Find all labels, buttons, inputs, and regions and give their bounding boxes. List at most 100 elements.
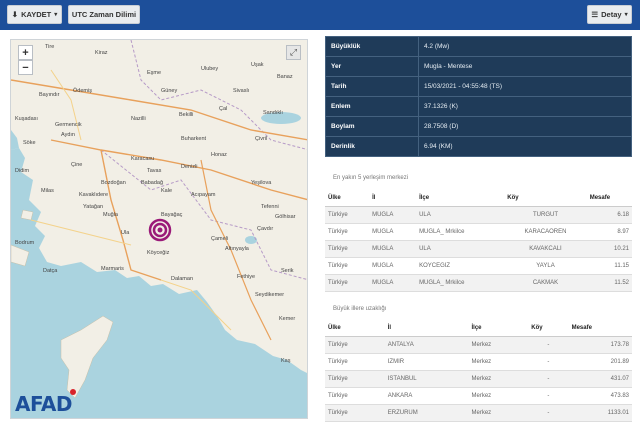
table-cell: Merkez: [468, 404, 529, 422]
map-label: Çavdır: [257, 226, 274, 232]
table-cell: -: [528, 387, 569, 405]
table-cell: 1133.01: [568, 404, 632, 422]
table-cell: 11.52: [586, 274, 632, 292]
info-value: 15/03/2021 - 04:55:48 (TS): [418, 76, 632, 97]
map-label: Seydikemer: [255, 292, 285, 298]
save-button-label: KAYDET: [21, 10, 52, 19]
table-cell: -: [528, 336, 569, 354]
column-header: Köy: [504, 190, 587, 207]
table-cell: 6.18: [586, 206, 632, 224]
map-label: Bekilli: [179, 112, 194, 118]
table-row: Türkiye ANTALYA Merkez -173.78: [325, 336, 632, 354]
info-row: Boylam 28.7508 (D): [325, 116, 632, 137]
table-cell: KAVAKCALI: [504, 240, 587, 258]
utc-timezone-button[interactable]: UTC Zaman Dilimi: [68, 5, 140, 24]
map-label: Kale: [161, 188, 173, 194]
road-7: [50, 69, 82, 141]
map-label: Çine: [71, 162, 83, 168]
info-row: Büyüklük 4.2 (Mw): [325, 36, 632, 57]
map-label: Kiraz: [95, 50, 108, 56]
map-label: Denizli: [181, 164, 198, 170]
table-cell: Türkiye: [325, 370, 385, 388]
leros-island: [20, 209, 34, 221]
table-cell: MUGLA: [369, 257, 417, 275]
table-row: Türkiye IZMIR Merkez -201.89: [325, 353, 632, 371]
info-value: 28.7508 (D): [418, 116, 632, 137]
info-key: Yer: [325, 56, 419, 77]
map-label: Kavaklıdere: [79, 192, 109, 198]
table-cell: 173.78: [568, 336, 632, 354]
map-label: Eşme: [147, 70, 162, 76]
table-cell: Türkiye: [325, 404, 385, 422]
earthquake-map[interactable]: + − ⤢ Tire Kiraz Eşme Ulubey Uşak Banaz …: [10, 39, 308, 419]
table-cell: ERZURUM: [384, 404, 469, 422]
nearest-settlements-table: Ülke İl İlçe Köy Mesafe Türkiye MUGLA ULA TURGU…: [325, 190, 632, 292]
zoom-in-button[interactable]: +: [18, 45, 33, 60]
map-label: Banaz: [277, 74, 293, 80]
map-label: Sivaslı: [233, 88, 250, 94]
table-cell: Türkiye: [325, 223, 370, 241]
map-label: Sandıklı: [263, 110, 283, 116]
map-label: Çivril: [255, 136, 268, 142]
map-label: Buharkent: [181, 136, 207, 142]
map-label: Gölhisar: [275, 214, 296, 220]
info-row: Yer Mugla - Mentese: [325, 56, 632, 77]
table-cell: 11.15: [586, 257, 632, 275]
utc-button-label: UTC Zaman Dilimi: [71, 10, 137, 19]
map-label: Didim: [15, 168, 30, 174]
info-key: Enlem: [325, 96, 419, 117]
table-cell: Türkiye: [325, 206, 370, 224]
epicenter-icon[interactable]: [148, 218, 172, 242]
info-row: Enlem 37.1326 (K): [325, 96, 632, 117]
map-label: Kaş: [281, 358, 291, 364]
info-key: Derinlik: [325, 136, 419, 157]
column-header: İl: [369, 190, 417, 207]
map-label: Milas: [41, 188, 54, 194]
info-value: 6.94 (KM): [418, 136, 632, 157]
caret-down-icon: ▾: [624, 12, 628, 18]
map-label: Fethiye: [237, 274, 256, 280]
info-key: Büyüklük: [325, 36, 419, 57]
table-cell: Merkez: [468, 353, 529, 371]
map-label: Muğla: [103, 212, 118, 218]
table-cell: Türkiye: [325, 240, 370, 258]
road-5: [30, 219, 132, 246]
map-label: Yeşilova: [251, 180, 272, 186]
table-cell: 201.89: [568, 353, 632, 371]
info-value: Mugla - Mentese: [418, 56, 632, 77]
table-cell: MUGLA: [369, 206, 417, 224]
column-header: İlçe: [468, 320, 529, 337]
detail-button-label: Detay: [601, 10, 622, 19]
map-label: Ulubey: [201, 66, 219, 72]
detail-button[interactable]: ☰ Detay ▾: [587, 5, 632, 24]
city-distances-table: Ülke İl İlçe Köy Mesafe Türkiye ANTALYA Merkez…: [325, 320, 632, 422]
table-cell: ANTALYA: [384, 336, 469, 354]
table-cell: MUGLA: [369, 223, 417, 241]
table-row: Türkiye MUGLA MUGLA_ Mrkilce CAKMAK 11.52: [325, 274, 632, 292]
map-label: Karacasu: [131, 156, 155, 162]
table-cell: CAKMAK: [504, 274, 587, 292]
table-cell: ANKARA: [384, 387, 469, 405]
table-cell: TURGUT: [504, 206, 587, 224]
map-label: Ödemiş: [73, 88, 92, 94]
table-cell: MUGLA_ Mrkilce: [416, 274, 505, 292]
map-label: Marmaris: [101, 266, 124, 272]
table-cell: Türkiye: [325, 353, 385, 371]
table-row: Türkiye ANKARA Merkez -473.83: [325, 387, 632, 405]
province-border: [130, 40, 307, 150]
table-row: Türkiye MUGLA ULA KAVAKCALI 10.21: [325, 240, 632, 258]
zoom-out-button[interactable]: −: [18, 60, 33, 75]
map-label: Bozdoğan: [101, 180, 126, 186]
column-header: Ülke: [325, 320, 385, 337]
map-label: Çameli: [211, 236, 229, 242]
sea-area: [11, 148, 307, 418]
fullscreen-icon[interactable]: ⤢: [286, 45, 301, 60]
table-cell: Merkez: [468, 370, 529, 388]
map-label: Güney: [161, 88, 178, 94]
table-row: Türkiye MUGLA MUGLA_ Mrkilce KARACAOREN 8.97: [325, 223, 632, 241]
map-label: Aydın: [61, 132, 75, 138]
map-label: Bodrum: [15, 240, 35, 246]
table-cell: KARACAOREN: [504, 223, 587, 241]
save-button[interactable]: ⬇ KAYDET ▾: [7, 5, 62, 24]
caret-down-icon: ▾: [54, 12, 58, 18]
